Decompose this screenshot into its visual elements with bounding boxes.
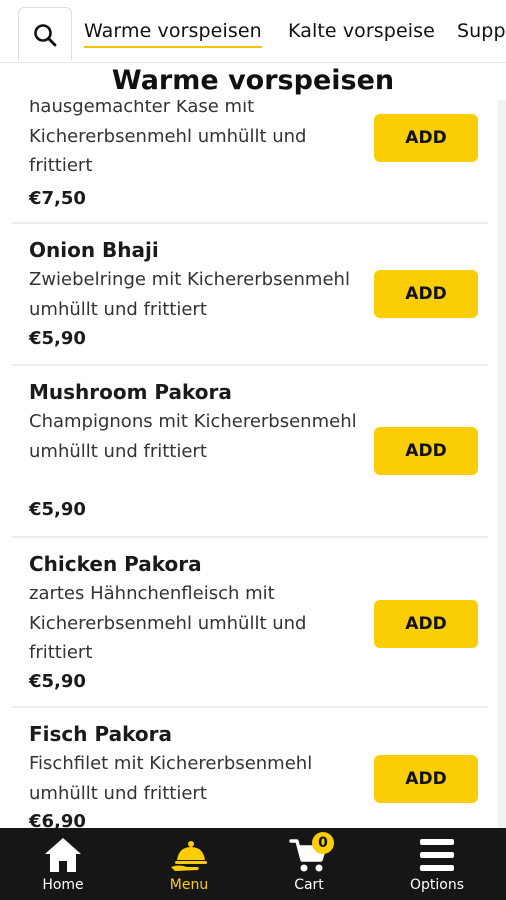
cart-count-badge: 0 (312, 832, 334, 854)
item-name: Chicken Pakora (29, 552, 202, 576)
menu-lines-icon (420, 839, 454, 871)
item-price: €5,90 (29, 499, 86, 520)
nav-cart-label: Cart (294, 877, 324, 893)
nav-home-label: Home (42, 877, 84, 893)
menu-item: Mushroom Pakora Champignons mit Kicherer… (12, 366, 488, 538)
item-price: €5,90 (29, 328, 86, 349)
search-button[interactable] (18, 7, 72, 61)
search-icon (34, 23, 57, 46)
nav-home[interactable]: Home (0, 828, 126, 900)
tab-warme-vorspeisen[interactable]: Warme vorspeisen (84, 20, 262, 48)
menu-item: Chicken Pakora zartes Hähnchenfleisch mi… (12, 538, 488, 708)
home-icon (45, 838, 81, 872)
item-name: Fisch Pakora (29, 722, 172, 746)
item-description: Champignons mit Kichererbsenmehl umhüllt… (29, 411, 357, 462)
scrollbar[interactable] (498, 62, 506, 828)
nav-options[interactable]: Options (374, 828, 500, 900)
add-button[interactable]: ADD (374, 427, 478, 475)
menu-list: hausgemachter Käse mit Kichererbsenmehl … (0, 100, 506, 828)
item-name: Mushroom Pakora (29, 380, 232, 404)
item-description: zartes Hähnchenfleisch mit Kichererbsenm… (29, 583, 307, 663)
cloche-icon (171, 841, 207, 871)
item-description: Zwiebelringe mit Kichererbsenmehl umhüll… (29, 269, 350, 320)
category-bar: Warme vorspeisen Kalte vorspeise Supp (0, 0, 506, 63)
add-button[interactable]: ADD (374, 114, 478, 162)
item-name: Onion Bhaji (29, 238, 159, 262)
menu-item: Onion Bhaji Zwiebelringe mit Kichererbse… (12, 224, 488, 366)
section-title: Warme vorspeisen (0, 62, 506, 100)
item-price: €7,50 (29, 188, 86, 209)
nav-cart[interactable]: Cart (246, 828, 372, 900)
tab-kalte-vorspeise[interactable]: Kalte vorspeise (288, 20, 435, 42)
nav-menu[interactable]: Menu (126, 828, 252, 900)
menu-item: hausgemachter Käse mit Kichererbsenmehl … (12, 100, 488, 224)
nav-menu-label: Menu (169, 877, 209, 893)
bottom-nav: Home Menu Cart 0 Options (0, 828, 506, 900)
menu-item: Fisch Pakora Fischfilet mit Kichererbsen… (12, 708, 488, 828)
item-price: €5,90 (29, 671, 86, 692)
nav-options-label: Options (409, 877, 465, 893)
item-description: Fischfilet mit Kichererbsenmehl umhüllt … (29, 753, 313, 804)
item-description: hausgemachter Käse mit Kichererbsenmehl … (29, 100, 307, 176)
add-button[interactable]: ADD (374, 600, 478, 648)
item-price: €6,90 (29, 811, 86, 828)
tab-suppen[interactable]: Supp (457, 20, 506, 42)
add-button[interactable]: ADD (374, 270, 478, 318)
add-button[interactable]: ADD (374, 755, 478, 803)
